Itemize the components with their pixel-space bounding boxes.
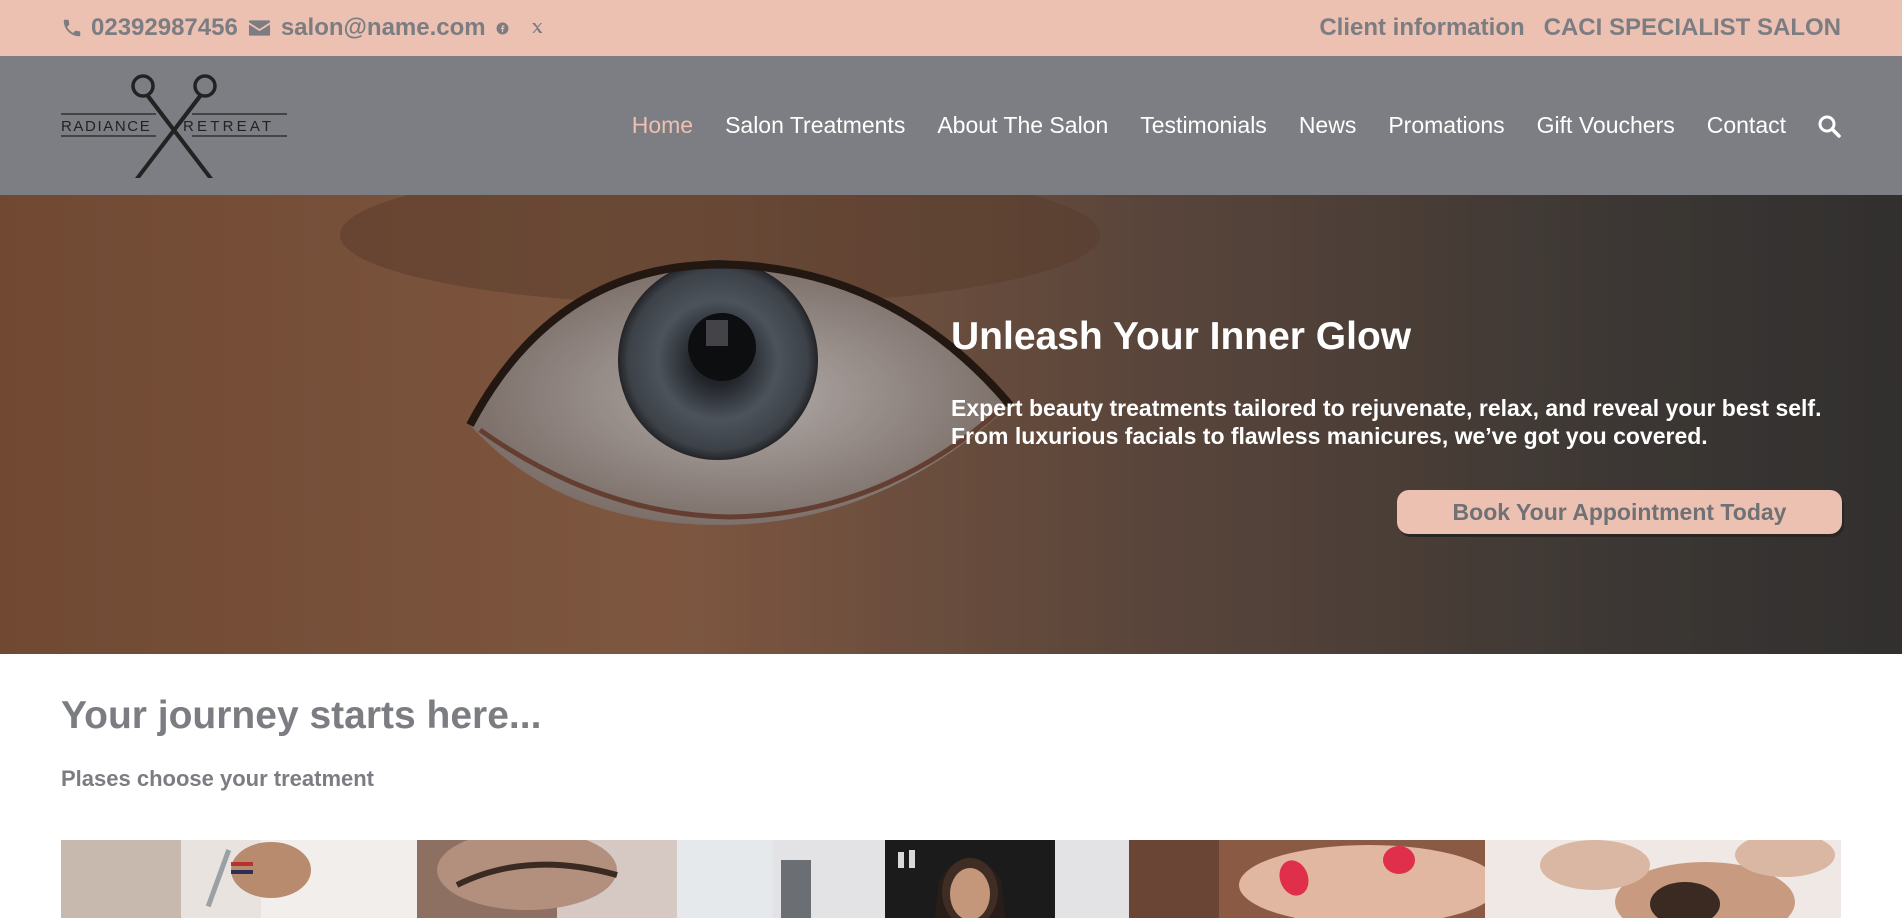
hero-content: Unleash Your Inner Glow Expert beauty tr… (951, 315, 1841, 450)
caci-treatment-image (773, 840, 1129, 918)
logo[interactable]: RADIANCE RETREAT (61, 70, 287, 182)
logo-word-right: RETREAT (183, 118, 274, 135)
x-icon (531, 23, 543, 33)
facebook-icon (496, 22, 509, 34)
nav-item-news[interactable]: News (1299, 112, 1357, 139)
hero-banner: Unleash Your Inner Glow Expert beauty tr… (0, 195, 1902, 654)
email-address: salon@name.com (280, 14, 486, 41)
client-information-link[interactable]: Client information (1319, 14, 1524, 42)
search-button[interactable] (1817, 114, 1841, 138)
treatment-tile-nails[interactable] (1129, 840, 1485, 918)
treatment-gallery (61, 840, 1841, 918)
nail-treatment-image (1129, 840, 1485, 918)
nav-item-contact[interactable]: Contact (1707, 112, 1786, 139)
scissors-logo-icon: RADIANCE RETREAT (61, 73, 287, 178)
nav-item-about-the-salon[interactable]: About The Salon (937, 112, 1108, 139)
facial-treatment-image (1485, 840, 1841, 918)
nav-item-testimonials[interactable]: Testimonials (1140, 112, 1267, 139)
email-link[interactable]: salon@name.com (248, 14, 486, 42)
phone-icon (63, 19, 81, 37)
section-subtitle: Plases choose your treatment (61, 766, 375, 791)
nav-item-salon-treatments[interactable]: Salon Treatments (725, 112, 905, 139)
treatment-tile-caci[interactable] (773, 840, 1129, 918)
hero-title: Unleash Your Inner Glow (951, 315, 1412, 358)
phone-link[interactable]: 02392987456 (61, 14, 238, 42)
hero-subtitle: Expert beauty treatments tailored to rej… (951, 395, 1822, 449)
main-nav: Home Salon Treatments About The Salon Te… (600, 112, 1841, 139)
nav-item-gift-vouchers[interactable]: Gift Vouchers (1537, 112, 1675, 139)
section-title: Your journey starts here... (61, 694, 542, 737)
treatment-tile-lashes[interactable] (417, 840, 773, 918)
top-bar-links: Client information CACI SPECIALIST SALON (1300, 14, 1841, 42)
nav-item-home[interactable]: Home (632, 112, 693, 139)
search-icon (1818, 115, 1841, 138)
phone-number: 02392987456 (91, 14, 238, 41)
facebook-link[interactable] (496, 22, 509, 35)
top-bar: 02392987456 salon@name.com Client inform… (0, 0, 1902, 56)
treatment-tile-brows[interactable] (61, 840, 417, 918)
envelope-icon (248, 20, 270, 36)
nav-item-promations[interactable]: Promations (1388, 112, 1504, 139)
site-header: RADIANCE RETREAT Home Salon Treatments A… (0, 56, 1902, 195)
caci-specialist-link[interactable]: CACI SPECIALIST SALON (1544, 14, 1841, 42)
logo-word-left: RADIANCE (61, 118, 151, 135)
brow-treatment-image (61, 840, 417, 918)
treatment-tile-facial[interactable] (1485, 840, 1841, 918)
top-bar-contact: 02392987456 salon@name.com (61, 14, 543, 42)
journey-section: Your journey starts here... Plases choos… (61, 654, 1841, 792)
lash-treatment-image (417, 840, 773, 918)
x-link[interactable] (531, 22, 543, 34)
book-appointment-button[interactable]: Book Your Appointment Today (1397, 490, 1842, 534)
